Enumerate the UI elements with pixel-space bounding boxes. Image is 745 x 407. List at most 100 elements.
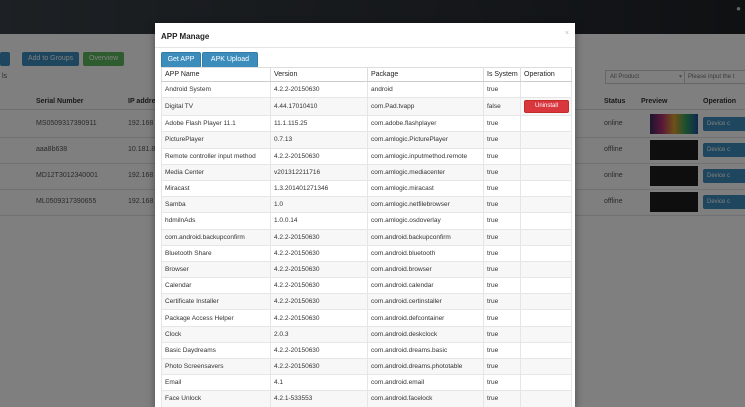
col-operation: Operation: [520, 67, 572, 82]
is-system-cell: true: [483, 179, 521, 198]
package-cell: com.amlogic.netfilebrowser: [367, 196, 484, 214]
operation-cell: [520, 277, 572, 295]
operation-cell: [520, 147, 572, 165]
table-row: com.android.backupconfirm 4.2.2-20150630 c…: [161, 228, 572, 246]
app-name-cell: Package Access Helper: [161, 309, 271, 327]
version-cell: 4.2.2-20150630: [270, 260, 368, 279]
table-row: Package Access Helper 4.2.2-20150630 com.a…: [161, 309, 572, 327]
apk-upload-button[interactable]: APK Upload: [202, 52, 258, 68]
table-row: Photo Screensavers 4.2.2-20150630 com.andr…: [161, 357, 572, 376]
version-cell: 4.2.2-20150630: [270, 228, 368, 246]
package-cell: com.android.deskclock: [367, 325, 484, 343]
operation-cell: [520, 309, 572, 327]
operation-cell: [520, 357, 572, 376]
version-cell: 0.7.13: [270, 131, 368, 149]
operation-cell: [520, 131, 572, 149]
version-cell: 4.44.17010410: [270, 97, 368, 117]
app-name-cell: Email: [161, 374, 271, 392]
get-app-button[interactable]: Get APP: [161, 52, 201, 68]
is-system-cell: true: [483, 147, 521, 165]
package-cell: com.android.browser: [367, 260, 484, 279]
operation-cell: [520, 341, 572, 360]
table-row: hdmilnAds 1.0.0.14 com.amlogic.osdoverlay t…: [161, 212, 572, 230]
version-cell: 4.2.2-20150630: [270, 277, 368, 295]
table-row: Media Center v201312211716 com.amlogic.med…: [161, 163, 572, 181]
table-row: Browser 4.2.2-20150630 com.android.browser…: [161, 260, 572, 279]
package-cell: com.android.bluetooth: [367, 244, 484, 262]
package-cell: com.android.facelock: [367, 390, 484, 407]
app-name-cell: Samba: [161, 196, 271, 214]
app-name-cell: Media Center: [161, 163, 271, 181]
package-cell: com.amlogic.PicturePlayer: [367, 131, 484, 149]
table-row: Samba 1.0 com.amlogic.netfilebrowser true: [161, 196, 572, 214]
app-name-cell: Miracast: [161, 179, 271, 198]
is-system-cell: true: [483, 163, 521, 181]
operation-cell: [520, 293, 572, 311]
is-system-cell: true: [483, 309, 521, 327]
table-row: Remote controller input method 4.2.2-2015…: [161, 147, 572, 165]
package-cell: com.android.dreams.basic: [367, 341, 484, 360]
is-system-cell: true: [483, 131, 521, 149]
package-cell: com.android.defcontainer: [367, 309, 484, 327]
version-cell: 4.2.2-20150630: [270, 80, 368, 99]
operation-cell: [520, 390, 572, 407]
table-row: Android System 4.2.2-20150630 android true: [161, 80, 572, 99]
app-name-cell: Browser: [161, 260, 271, 279]
package-cell: com.android.certinstaller: [367, 293, 484, 311]
package-cell: com.android.dreams.phototable: [367, 357, 484, 376]
table-row: Calendar 4.2.2-20150630 com.android.calend…: [161, 277, 572, 295]
uninstall-button[interactable]: Uninstall: [524, 100, 570, 114]
operation-cell: [520, 260, 572, 279]
is-system-cell: true: [483, 390, 521, 407]
col-version: Version: [270, 67, 368, 82]
package-cell: com.Pad.tvapp: [367, 97, 484, 117]
operation-cell: [520, 212, 572, 230]
table-row: PicturePlayer 0.7.13 com.amlogic.PicturePl…: [161, 131, 572, 149]
is-system-cell: true: [483, 374, 521, 392]
is-system-cell: true: [483, 196, 521, 214]
version-cell: 4.2.2-20150630: [270, 293, 368, 311]
is-system-cell: true: [483, 228, 521, 246]
version-cell: 4.2.2-20150630: [270, 309, 368, 327]
is-system-cell: true: [483, 325, 521, 343]
package-cell: com.android.backupconfirm: [367, 228, 484, 246]
version-cell: 11.1.115.25: [270, 115, 368, 133]
version-cell: 2.0.3: [270, 325, 368, 343]
package-cell: com.amlogic.inputmethod.remote: [367, 147, 484, 165]
is-system-cell: true: [483, 341, 521, 360]
divider: [155, 47, 575, 48]
operation-cell: Uninstall: [520, 97, 572, 117]
app-name-cell: Clock: [161, 325, 271, 343]
table-row: Face Unlock 4.2.1-533553 com.android.facel…: [161, 390, 572, 407]
app-name-cell: Adobe Flash Player 11.1: [161, 115, 271, 133]
version-cell: 4.1: [270, 374, 368, 392]
version-cell: 4.2.2-20150630: [270, 244, 368, 262]
operation-cell: [520, 244, 572, 262]
app-name-cell: Remote controller input method: [161, 147, 271, 165]
table-row: Certificate Installer 4.2.2-20150630 com.a…: [161, 293, 572, 311]
app-manage-modal: APP Manage × Get APP APK Upload APP Name…: [155, 23, 575, 407]
table-row: Email 4.1 com.android.email true: [161, 374, 572, 392]
table-row: Miracast 1.3.201401271346 com.amlogic.mira…: [161, 179, 572, 198]
version-cell: 4.2.2-20150630: [270, 341, 368, 360]
app-name-cell: Photo Screensavers: [161, 357, 271, 376]
app-name-cell: Digital TV: [161, 97, 271, 117]
version-cell: 1.0: [270, 196, 368, 214]
app-name-cell: Bluetooth Share: [161, 244, 271, 262]
operation-cell: [520, 115, 572, 133]
operation-cell: [520, 196, 572, 214]
close-icon[interactable]: ×: [565, 30, 569, 37]
app-table-header: APP Name Version Package Is System Opera…: [161, 67, 572, 82]
app-name-cell: Basic Daydreams: [161, 341, 271, 360]
is-system-cell: true: [483, 244, 521, 262]
version-cell: 1.0.0.14: [270, 212, 368, 230]
app-name-cell: com.android.backupconfirm: [161, 228, 271, 246]
operation-cell: [520, 325, 572, 343]
table-row: Clock 2.0.3 com.android.deskclock true: [161, 325, 572, 343]
table-row: Basic Daydreams 4.2.2-20150630 com.android…: [161, 341, 572, 360]
package-cell: com.adobe.flashplayer: [367, 115, 484, 133]
modal-title: APP Manage: [161, 32, 210, 41]
version-cell: 1.3.201401271346: [270, 179, 368, 198]
app-name-cell: Certificate Installer: [161, 293, 271, 311]
app-name-cell: hdmilnAds: [161, 212, 271, 230]
